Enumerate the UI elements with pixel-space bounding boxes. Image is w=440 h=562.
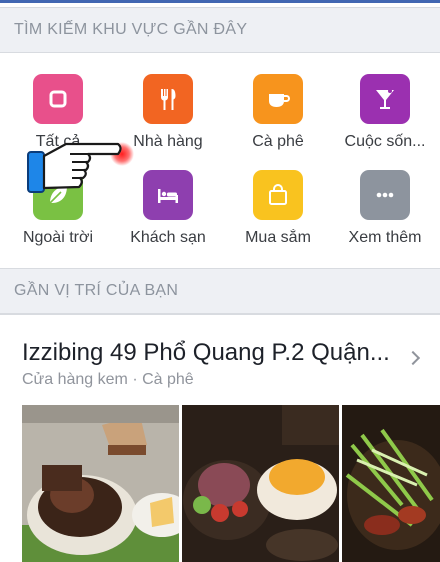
near-your-location-header: GẦN VỊ TRÍ CỦA BẠN bbox=[0, 268, 440, 314]
place-name[interactable]: Izzibing 49 Phổ Quang P.2 Quận... bbox=[22, 339, 402, 367]
pointing-hand-icon bbox=[27, 142, 134, 193]
category-label: Khách sạn bbox=[130, 229, 206, 246]
place-photo-1[interactable] bbox=[22, 405, 179, 562]
category-shopping[interactable]: Mua sắm bbox=[223, 150, 333, 250]
photo-strip[interactable] bbox=[22, 405, 440, 562]
cocktail-icon bbox=[360, 74, 410, 124]
category-nightlife[interactable]: Cuộc sốn... bbox=[330, 54, 440, 154]
place-photo-3[interactable] bbox=[342, 405, 440, 562]
category-coffee[interactable]: Cà phê bbox=[223, 54, 333, 154]
place-categories: Cửa hàng kem · Cà phê bbox=[22, 371, 194, 388]
nearby-search-header: TÌM KIẾM KHU VỰC GẦN ĐÂY bbox=[0, 7, 440, 53]
category-label: Mua sắm bbox=[245, 229, 311, 246]
category-label: Cuộc sốn... bbox=[344, 133, 426, 150]
bed-icon bbox=[143, 170, 193, 220]
category-grid: Tất cả Nhà hàng Cà phê Cuộc sốn... Ngoài… bbox=[0, 54, 440, 268]
coffee-cup-icon bbox=[253, 74, 303, 124]
category-label: Cà phê bbox=[252, 133, 304, 150]
shopping-bag-icon bbox=[253, 170, 303, 220]
category-label: Xem thêm bbox=[348, 229, 422, 246]
category-see-more[interactable]: Xem thêm bbox=[330, 150, 440, 250]
top-accent-bar bbox=[0, 0, 440, 3]
place-photo-2[interactable] bbox=[182, 405, 339, 562]
place-card[interactable]: Izzibing 49 Phổ Quang P.2 Quận... Cửa hà… bbox=[0, 314, 440, 562]
more-dots-icon bbox=[360, 170, 410, 220]
fork-knife-icon bbox=[143, 74, 193, 124]
category-label: Ngoài trời bbox=[22, 229, 94, 246]
chevron-right-icon[interactable] bbox=[405, 350, 421, 366]
category-label: Nhà hàng bbox=[133, 133, 203, 150]
all-icon bbox=[33, 74, 83, 124]
